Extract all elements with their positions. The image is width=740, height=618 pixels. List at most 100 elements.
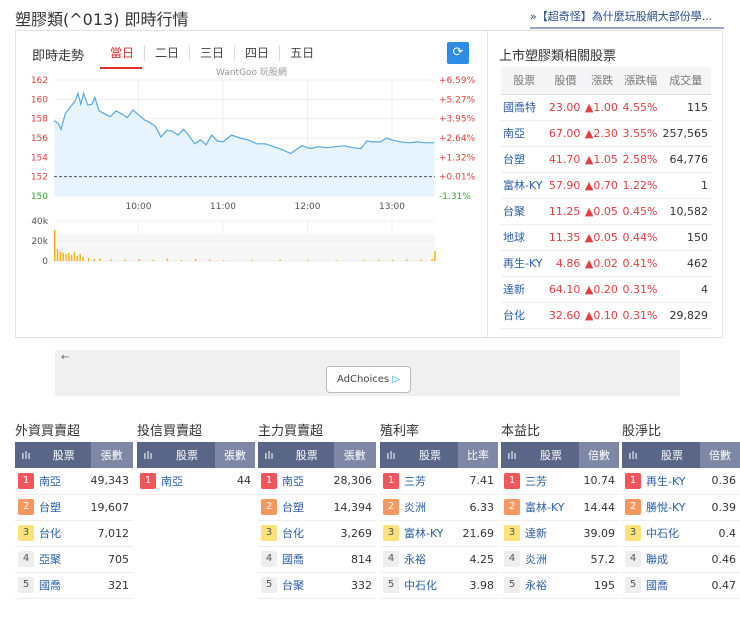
- value: 0.47: [700, 572, 740, 599]
- stock-name-link[interactable]: 南亞: [280, 468, 334, 495]
- table-row: 4 國喬 814: [258, 546, 376, 573]
- rank-badge: 1: [261, 472, 277, 489]
- y-tick-label: 160: [31, 95, 48, 105]
- table-row[interactable]: 地球 11.35 ▲0.05 0.44% 150: [501, 224, 711, 251]
- stock-name-link[interactable]: 地球: [501, 224, 548, 251]
- table-row[interactable]: 再生-KY 4.86 ▲0.02 0.41% 462: [501, 250, 711, 277]
- value: 39.09: [579, 520, 619, 547]
- table-row: 1 再生-KY 0.36: [622, 468, 740, 495]
- stock-name-link[interactable]: 國喬特: [501, 94, 548, 121]
- stock-name-link[interactable]: 達新: [523, 520, 579, 547]
- value: 3,269: [333, 520, 376, 547]
- value: 332: [333, 572, 376, 599]
- rank-badge: 1: [383, 472, 399, 489]
- volume-bar: [363, 260, 366, 261]
- stock-name-link[interactable]: 南亞: [501, 120, 548, 147]
- table-row[interactable]: 台化 32.60 ▲0.10 0.31% 29,829: [501, 302, 711, 329]
- stock-name-link[interactable]: 永裕: [402, 546, 458, 573]
- volume-bar: [431, 259, 433, 261]
- stock-name-link[interactable]: 台化: [501, 302, 548, 329]
- column-header[interactable]: 股票: [280, 442, 334, 468]
- stock-name-link[interactable]: 富林-KY: [523, 494, 579, 521]
- column-header[interactable]: 倍數: [700, 442, 740, 468]
- stock-name-link[interactable]: 炎洲: [523, 546, 579, 573]
- stock-name-link[interactable]: 台聚: [501, 198, 548, 225]
- rank-chart-icon: ılı: [501, 442, 523, 468]
- stock-name-link[interactable]: 再生-KY: [644, 468, 700, 495]
- price: 67.00: [547, 120, 584, 147]
- volume-bar: [377, 259, 380, 261]
- column-header[interactable]: 倍數: [579, 442, 619, 468]
- stock-name-link[interactable]: 國喬: [280, 546, 334, 573]
- column-header[interactable]: 股票: [402, 442, 458, 468]
- table-row[interactable]: 台塑 41.70 ▲1.05 2.58% 64,776: [501, 146, 711, 173]
- value: 195: [579, 572, 619, 599]
- pct-tick-label: -1.31%: [439, 192, 471, 202]
- table-row: 3 中石化 0.4: [622, 520, 740, 547]
- stock-name-link[interactable]: 國喬: [37, 572, 91, 599]
- column-header[interactable]: 張數: [90, 442, 133, 468]
- table-row[interactable]: 達新 64.10 ▲0.20 0.31% 4: [501, 276, 711, 303]
- column-header[interactable]: 張數: [215, 442, 255, 468]
- price: 11.35: [547, 224, 584, 251]
- stock-name-link[interactable]: 達新: [501, 276, 548, 303]
- y-tick-label: 152: [31, 173, 48, 183]
- stock-name-link[interactable]: 中石化: [644, 520, 700, 547]
- rank-badge: 5: [625, 577, 641, 593]
- stock-name-link[interactable]: 台化: [37, 520, 91, 547]
- value: 14.44: [579, 494, 619, 521]
- stock-name-link[interactable]: 再生-KY: [501, 250, 548, 277]
- column-header[interactable]: 股票: [37, 442, 91, 468]
- value: 0.46: [700, 546, 740, 573]
- stock-name-link[interactable]: 南亞: [37, 468, 91, 495]
- stock-name-link[interactable]: 南亞: [159, 468, 215, 495]
- column-header[interactable]: 股票: [159, 442, 215, 468]
- price: 23.00: [547, 94, 584, 121]
- table-row[interactable]: 富林-KY 57.90 ▲0.70 1.22% 1: [501, 172, 711, 199]
- table-row: 1 南亞 44: [137, 468, 255, 495]
- stock-name-link[interactable]: 富林-KY: [501, 172, 548, 199]
- change: ▲1.00: [583, 94, 621, 121]
- rank-badge: 4: [383, 551, 399, 567]
- x-tick-label: 10:00: [126, 202, 152, 212]
- value: 4.25: [458, 546, 498, 573]
- stock-name-link[interactable]: 國喬: [644, 572, 700, 599]
- stock-name-link[interactable]: 台塑: [37, 494, 91, 521]
- column-header[interactable]: 比率: [458, 442, 498, 468]
- stock-name-link[interactable]: 聯成: [644, 546, 700, 573]
- promo-link[interactable]: »【超奇怪】為什麼玩股網大部份學...: [530, 8, 724, 29]
- column-header[interactable]: 股票: [644, 442, 700, 468]
- pct-tick-label: +3.95%: [439, 115, 476, 125]
- stock-name-link[interactable]: 三芳: [402, 468, 458, 495]
- value: 57.2: [579, 546, 619, 573]
- table-row: 2 炎洲 6.33: [380, 494, 498, 521]
- stock-name-link[interactable]: 台化: [280, 520, 334, 547]
- column-header: 漲跌: [583, 67, 621, 95]
- stock-name-link[interactable]: 富林-KY: [402, 520, 458, 547]
- stock-name-link[interactable]: 永裕: [523, 572, 579, 599]
- value: 0.4: [700, 520, 740, 547]
- stock-name-link[interactable]: 亞聚: [37, 546, 91, 573]
- stock-name-link[interactable]: 炎洲: [402, 494, 458, 521]
- volume-bar: [59, 252, 62, 261]
- value: 814: [333, 546, 376, 573]
- stock-name-link[interactable]: 中石化: [402, 572, 458, 599]
- table-row[interactable]: 國喬特 23.00 ▲1.00 4.55% 115: [501, 94, 711, 121]
- stock-name-link[interactable]: 勝悅-KY: [644, 494, 700, 521]
- stock-name-link[interactable]: 台塑: [501, 146, 548, 173]
- table-row[interactable]: 南亞 67.00 ▲2.30 3.55% 257,565: [501, 120, 711, 147]
- change: ▲0.02: [583, 250, 621, 277]
- back-arrow-icon[interactable]: ←: [61, 352, 69, 363]
- column-header[interactable]: 張數: [333, 442, 376, 468]
- stock-name-link[interactable]: 台聚: [280, 572, 334, 599]
- adchoices-button[interactable]: AdChoices ▷: [326, 366, 411, 393]
- table-row: 3 富林-KY 21.69: [380, 520, 498, 547]
- volume: 462: [660, 250, 711, 277]
- ranking-table-4: 本益比 ılı 股票 倍數 1 三芳 10.74 2 富林-KY 14.44 3 達新 39.09 4 炎…: [501, 420, 619, 599]
- stock-name-link[interactable]: 台塑: [280, 494, 334, 521]
- change-pct: 4.55%: [620, 94, 661, 121]
- table-row[interactable]: 台聚 11.25 ▲0.05 0.45% 10,582: [501, 198, 711, 225]
- column-header[interactable]: 股票: [523, 442, 579, 468]
- pct-tick-label: +2.64%: [439, 134, 476, 144]
- stock-name-link[interactable]: 三芳: [523, 468, 579, 495]
